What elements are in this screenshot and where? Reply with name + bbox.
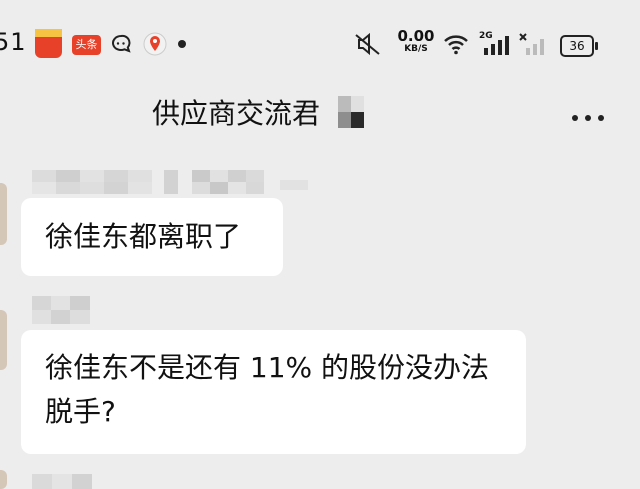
chat-title: 供应商交流君 [152,97,321,130]
battery-indicator: 36 [560,35,598,57]
notification-dot [178,40,186,48]
message-text: 徐佳东都离职了 [45,220,242,253]
toutiao-app-icon: 头条 [72,35,101,55]
signal-no-sim-icon [519,33,544,55]
calendar-app-icon [35,29,62,58]
signal-icon [484,36,509,55]
avatar[interactable] [0,470,7,489]
message-text-line: 徐佳东不是还有 11% 的股份没办法 [45,351,490,384]
message-bubble[interactable]: 徐佳东不是还有 11% 的股份没办法 脱手? [21,330,526,454]
status-time: 51 [0,28,27,56]
net-speed: 0.00 KB/S [397,27,435,54]
more-options-icon[interactable] [572,106,604,125]
status-bar: 51 头条 0.00 KB/S 2G 36 [0,0,640,84]
sender-name-mosaic [32,474,92,489]
chat-header: 供应商交流君 [0,84,640,144]
avatar[interactable] [0,310,7,370]
avatar[interactable] [0,183,7,245]
message-text-line: 脱手? [45,395,116,428]
message-bubble[interactable]: 徐佳东都离职了 [21,198,283,276]
map-pin-icon [143,32,167,56]
sender-name-mosaic [32,170,308,194]
sender-name-mosaic [32,296,90,324]
chat-bubble-icon [112,34,131,53]
wifi-icon [444,35,468,55]
mute-icon [355,32,380,56]
title-mosaic [338,96,364,128]
